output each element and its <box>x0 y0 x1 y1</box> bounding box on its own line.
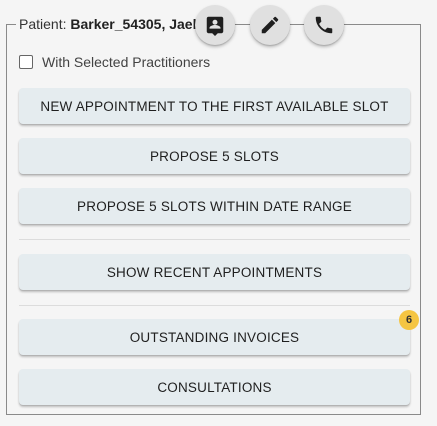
outstanding-invoices-button[interactable]: OUTSTANDING INVOICES <box>19 319 410 355</box>
section-divider <box>19 239 410 240</box>
contact-card-icon <box>206 16 224 36</box>
patient-name: Barker_54305, Jael <box>70 16 197 32</box>
patient-label: Patient: <box>19 16 71 32</box>
patient-legend: Patient: Barker_54305, Jael <box>16 14 201 34</box>
edit-button[interactable] <box>250 5 290 45</box>
call-button[interactable] <box>304 5 344 45</box>
with-selected-practitioners-label: With Selected Practitioners <box>42 54 211 70</box>
new-appointment-button[interactable]: NEW APPOINTMENT TO THE FIRST AVAILABLE S… <box>19 88 410 124</box>
propose-5-slots-button[interactable]: PROPOSE 5 SLOTS <box>19 138 410 174</box>
outstanding-invoices-count-badge: 6 <box>399 310 419 330</box>
show-recent-appointments-button[interactable]: SHOW RECENT APPOINTMENTS <box>19 254 410 290</box>
with-selected-practitioners-option[interactable]: With Selected Practitioners <box>19 52 210 72</box>
consultations-button[interactable]: CONSULTATIONS <box>19 369 410 405</box>
propose-5-slots-date-range-button[interactable]: PROPOSE 5 SLOTS WITHIN DATE RANGE <box>19 188 410 224</box>
section-divider <box>19 305 410 306</box>
contact-card-button[interactable] <box>195 5 235 45</box>
edit-pencil-icon <box>261 16 279 34</box>
phone-icon <box>315 16 333 34</box>
with-selected-practitioners-checkbox[interactable] <box>19 55 33 69</box>
